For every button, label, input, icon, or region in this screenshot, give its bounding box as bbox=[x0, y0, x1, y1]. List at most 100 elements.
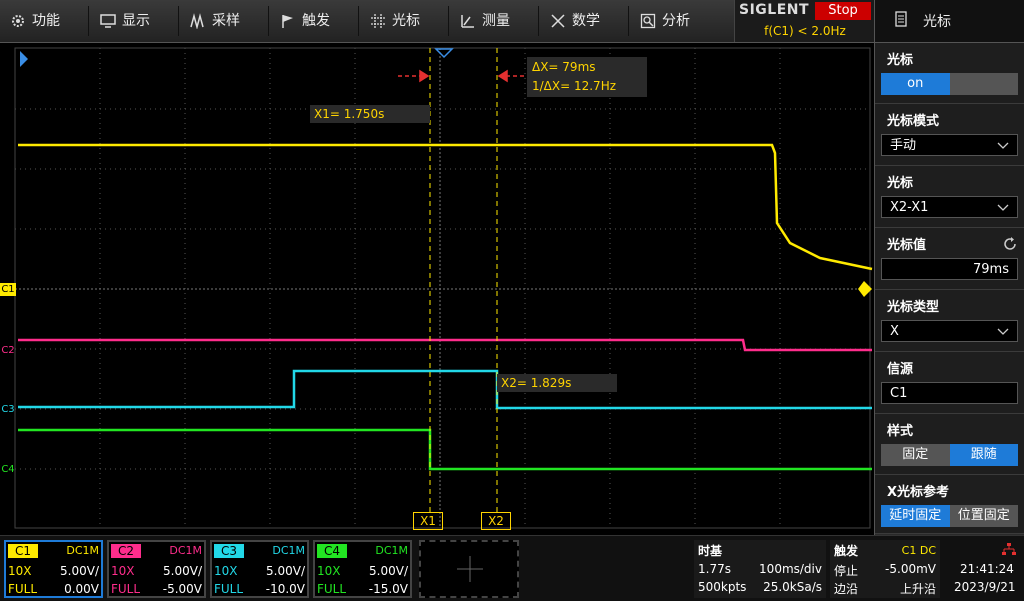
menu-cursor-label: 光标 bbox=[392, 13, 420, 29]
timebase-scale: 100ms/div bbox=[759, 562, 822, 576]
c1-bandwidth: FULL bbox=[8, 582, 38, 596]
c3-marker[interactable]: C3 bbox=[0, 403, 16, 416]
crosshair-icon bbox=[370, 13, 386, 29]
c2-bandwidth: FULL bbox=[111, 582, 141, 596]
style-section: 样式 固定 跟随 bbox=[875, 414, 1024, 475]
c4-offset: -15.0V bbox=[368, 582, 408, 596]
cursor-type-select[interactable]: X bbox=[881, 320, 1018, 342]
cursor-onoff-section: 光标 on bbox=[875, 43, 1024, 104]
c2-probe: 10X bbox=[111, 564, 135, 578]
source-label: 信源 bbox=[887, 362, 914, 377]
brand-logo: SIGLENT bbox=[739, 2, 810, 18]
add-channel-box[interactable] bbox=[419, 540, 519, 598]
c4-probe: 10X bbox=[317, 564, 341, 578]
cursor-mode-select[interactable]: 手动 bbox=[881, 134, 1018, 156]
trigger-mode: 停止 bbox=[834, 564, 859, 578]
status-bar: C1 DC1M 10X 5.00V/ FULL 0.00V C2 DC1M 10… bbox=[0, 535, 1024, 601]
c3-bandwidth: FULL bbox=[214, 582, 244, 596]
panel-title: 光标 bbox=[923, 14, 951, 30]
c2-offset: -5.00V bbox=[162, 582, 202, 596]
cursor-off-option[interactable] bbox=[949, 73, 1018, 95]
trigger-level: -5.00mV bbox=[885, 562, 936, 576]
chevron-down-icon bbox=[997, 135, 1009, 165]
plus-icon bbox=[455, 554, 485, 587]
xref-position-option[interactable]: 位置固定 bbox=[949, 505, 1018, 527]
xref-toggle[interactable]: 延时固定 位置固定 bbox=[881, 505, 1018, 527]
c2-tag: C2 bbox=[111, 544, 141, 558]
delta-readout: ΔX= 79ms 1/ΔX= 12.7Hz bbox=[527, 57, 647, 97]
cursor-select-value: X2-X1 bbox=[890, 200, 929, 215]
x1-readout: X1= 1.750s bbox=[310, 105, 430, 123]
network-icon bbox=[1002, 542, 1016, 559]
trigger-position-marker bbox=[434, 48, 454, 59]
cursor-type-value: X bbox=[890, 324, 899, 339]
panel-header: 光标 bbox=[875, 0, 1024, 43]
cursor-onoff-toggle[interactable]: on bbox=[881, 73, 1018, 95]
c3-waveform bbox=[18, 369, 872, 410]
cursor-select[interactable]: X2-X1 bbox=[881, 196, 1018, 218]
c3-scale: 5.00V/ bbox=[266, 564, 305, 578]
cursor-mode-section: 光标模式 手动 bbox=[875, 104, 1024, 166]
cursor-x2-tag[interactable]: X2 bbox=[481, 512, 511, 530]
timebase-delay: 1.77s bbox=[698, 562, 731, 576]
graticule-axes bbox=[14, 47, 871, 529]
delta-x-value: ΔX= 79ms bbox=[532, 60, 596, 74]
c4-tag: C4 bbox=[317, 544, 347, 558]
menu-function[interactable]: 功能 bbox=[10, 0, 60, 42]
style-follow-option[interactable]: 跟随 bbox=[949, 444, 1018, 466]
c3-offset: -10.0V bbox=[265, 582, 305, 596]
trigger-panel[interactable]: 触发 C1 DC 停止 -5.00mV 边沿 上升沿 bbox=[830, 540, 940, 598]
trigger-type: 边沿 bbox=[834, 582, 859, 596]
cursor-type-section: 光标类型 X bbox=[875, 290, 1024, 352]
trigger-slope: 上升沿 bbox=[899, 582, 936, 596]
c2-marker[interactable]: C2 bbox=[0, 344, 16, 357]
cursor-value-label: 光标值 bbox=[887, 238, 927, 253]
clock-panel: 21:41:24 2023/9/21 bbox=[944, 540, 1022, 598]
timebase-title: 时基 bbox=[698, 544, 723, 558]
menu-acquire[interactable]: 采样 bbox=[190, 0, 240, 42]
waveform-svg bbox=[14, 47, 873, 529]
menu-math[interactable]: 数学 bbox=[550, 0, 600, 42]
cursor-value-field[interactable]: 79ms bbox=[881, 258, 1018, 280]
xref-delay-option[interactable]: 延时固定 bbox=[881, 505, 950, 527]
c1-coupling: DC1M bbox=[66, 544, 99, 557]
menu-measure-label: 测量 bbox=[482, 13, 510, 29]
channel-c2-box[interactable]: C2 DC1M 10X 5.00V/ FULL -5.00V bbox=[107, 540, 206, 598]
c1-marker[interactable]: C1 bbox=[0, 283, 16, 296]
menu-measure[interactable]: 测量 bbox=[460, 0, 510, 42]
cursor-distance-arrows bbox=[398, 69, 528, 83]
timebase-panel[interactable]: 时基 1.77s 100ms/div 500kpts 25.0kSa/s bbox=[694, 540, 826, 598]
menu-analysis[interactable]: 分析 bbox=[640, 0, 690, 42]
source-select[interactable]: C1 bbox=[881, 382, 1018, 404]
c3-probe: 10X bbox=[214, 564, 238, 578]
refresh-icon[interactable] bbox=[1003, 236, 1017, 255]
cursor-mode-value: 手动 bbox=[890, 138, 917, 153]
cursor-on-option[interactable]: on bbox=[881, 73, 950, 95]
memory-depth: 500kpts bbox=[698, 580, 747, 594]
cursor-mode-label: 光标模式 bbox=[887, 114, 940, 129]
channel-c3-box[interactable]: C3 DC1M 10X 5.00V/ FULL -10.0V bbox=[210, 540, 309, 598]
menu-display-label: 显示 bbox=[122, 13, 150, 29]
cursor-select-label: 光标 bbox=[887, 176, 914, 191]
menu-display[interactable]: 显示 bbox=[100, 0, 150, 42]
acquire-icon bbox=[190, 13, 206, 29]
menu-trigger[interactable]: 触发 bbox=[280, 0, 330, 42]
c1-probe: 10X bbox=[8, 564, 32, 578]
waveform-display[interactable]: ΔX= 79ms 1/ΔX= 12.7Hz X1= 1.750s X2= 1.8… bbox=[0, 43, 874, 533]
c4-coupling: DC1M bbox=[375, 544, 408, 557]
document-icon bbox=[895, 11, 907, 31]
style-toggle[interactable]: 固定 跟随 bbox=[881, 444, 1018, 466]
menu-cursor[interactable]: 光标 bbox=[370, 0, 420, 42]
run-stop-status[interactable]: Stop bbox=[815, 2, 871, 20]
channel-c1-box[interactable]: C1 DC1M 10X 5.00V/ FULL 0.00V bbox=[4, 540, 103, 598]
cursor-onoff-label: 光标 bbox=[887, 53, 914, 68]
left-edge-marker bbox=[20, 51, 28, 67]
style-fixed-option[interactable]: 固定 bbox=[881, 444, 950, 466]
c4-marker[interactable]: C4 bbox=[0, 463, 16, 476]
cursor-x1-tag[interactable]: X1 bbox=[413, 512, 443, 530]
inverse-delta-value: 1/ΔX= 12.7Hz bbox=[532, 79, 617, 93]
c4-waveform bbox=[18, 428, 872, 471]
channel-c4-box[interactable]: C4 DC1M 10X 5.00V/ FULL -15.0V bbox=[313, 540, 412, 598]
analysis-icon bbox=[640, 13, 656, 29]
monitor-icon bbox=[100, 13, 116, 29]
